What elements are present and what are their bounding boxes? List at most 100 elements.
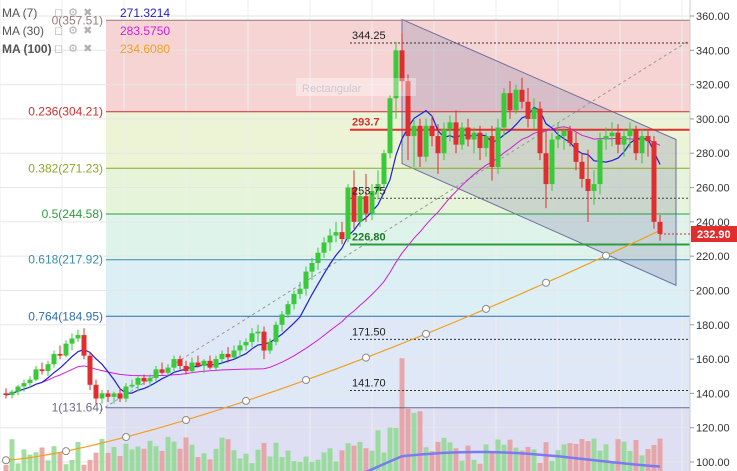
candle-body bbox=[543, 153, 549, 185]
volume-bar bbox=[585, 441, 591, 471]
fib-level-label: 1(131.64) bbox=[52, 401, 103, 415]
candle-body bbox=[21, 383, 27, 387]
fib-level-label: 0.764(184.95) bbox=[28, 309, 103, 323]
volume-bar bbox=[243, 453, 249, 471]
volume-bar bbox=[207, 459, 213, 471]
volume-bar bbox=[489, 452, 495, 471]
candle-body bbox=[27, 379, 33, 384]
ma100-marker bbox=[182, 416, 190, 425]
volume-bar bbox=[45, 460, 51, 471]
ma100-marker bbox=[62, 447, 70, 456]
candle-body bbox=[555, 136, 561, 140]
legend-ma7-tool-icons[interactable]: ◻ ⚙ ✖ bbox=[54, 4, 120, 22]
legend-ma100-name: MA (100) bbox=[2, 42, 52, 56]
candle-body bbox=[537, 108, 543, 154]
candle-body bbox=[573, 142, 579, 162]
volume-bar bbox=[357, 441, 363, 471]
candle-body bbox=[171, 359, 177, 368]
candle-body bbox=[615, 132, 621, 145]
moving-average-legend: MA (7) ◻ ⚙ ✖ 271.3214 MA (30) ◻ ⚙ ✖ 283.… bbox=[0, 4, 170, 58]
candle-body bbox=[447, 122, 453, 130]
candle-body bbox=[363, 196, 369, 214]
candle-body bbox=[525, 101, 531, 119]
candle-body bbox=[597, 139, 603, 185]
volume-bar bbox=[555, 450, 561, 471]
candle-body bbox=[243, 341, 249, 346]
volume-bar bbox=[21, 449, 27, 471]
legend-row-ma7[interactable]: MA (7) ◻ ⚙ ✖ 271.3214 bbox=[0, 4, 170, 22]
candle-body bbox=[165, 367, 171, 373]
volume-bar bbox=[579, 439, 585, 471]
candle-body bbox=[327, 235, 333, 243]
volume-bar bbox=[93, 452, 99, 471]
candle-body bbox=[213, 359, 219, 368]
fib-level-label: 0.236(304.21) bbox=[28, 105, 103, 119]
candle-body bbox=[501, 93, 507, 128]
candle-body bbox=[69, 338, 75, 344]
candle-body bbox=[15, 386, 21, 392]
candle-body bbox=[483, 136, 489, 149]
volume-bar bbox=[345, 443, 351, 471]
ma100-marker bbox=[602, 251, 610, 260]
candle-body bbox=[477, 132, 483, 149]
volume-bar bbox=[423, 447, 429, 471]
legend-ma30-tool-icons[interactable]: ◻ ⚙ ✖ bbox=[54, 22, 120, 40]
volume-bar bbox=[447, 442, 453, 471]
candle-body bbox=[219, 353, 225, 360]
legend-row-ma30[interactable]: MA (30) ◻ ⚙ ✖ 283.5750 bbox=[0, 22, 170, 40]
price-level-label: 344.25 bbox=[352, 30, 386, 42]
volume-bar bbox=[123, 443, 129, 471]
axis-tick-label: 340.00 bbox=[696, 45, 730, 57]
candle-body bbox=[315, 252, 321, 264]
candle-body bbox=[267, 341, 273, 351]
candle-body bbox=[57, 353, 63, 356]
price-level-label: 171.50 bbox=[352, 326, 386, 338]
candle-body bbox=[453, 122, 459, 145]
volume-bar bbox=[465, 445, 471, 471]
axis-tick-label: 360.00 bbox=[696, 11, 730, 23]
axis-tick-label: 200.00 bbox=[696, 285, 730, 297]
ma100-marker bbox=[482, 304, 490, 313]
candle-body bbox=[429, 125, 435, 137]
volume-bar bbox=[381, 452, 387, 471]
candle-body bbox=[399, 50, 405, 82]
volume-bar bbox=[9, 439, 15, 471]
candle-body bbox=[465, 127, 471, 140]
candle-body bbox=[135, 377, 141, 385]
volume-bar bbox=[51, 446, 57, 471]
volume-bar bbox=[309, 461, 315, 471]
volume-bar bbox=[315, 459, 321, 471]
volume-bar bbox=[135, 446, 141, 471]
axis-tick-label: 260.00 bbox=[696, 183, 730, 195]
candle-body bbox=[261, 331, 267, 351]
fib-level-label: 0.382(271.23) bbox=[28, 161, 103, 175]
volume-bar bbox=[201, 453, 207, 471]
volume-bar bbox=[75, 442, 81, 471]
candle-body bbox=[195, 362, 201, 366]
candle-body bbox=[417, 125, 423, 157]
volume-bar bbox=[501, 444, 507, 471]
candle-body bbox=[105, 393, 111, 397]
chart-canvas[interactable]: 0(357.51)0.236(304.21)0.382(271.23)0.5(2… bbox=[0, 0, 737, 471]
volume-bar bbox=[471, 459, 477, 471]
candle-body bbox=[489, 136, 495, 167]
candle-body bbox=[435, 136, 441, 154]
volume-bar bbox=[603, 444, 609, 471]
candle-body bbox=[309, 263, 315, 272]
volume-bar bbox=[639, 455, 645, 471]
candle-body bbox=[651, 141, 657, 222]
candle-body bbox=[621, 136, 627, 145]
candle-body bbox=[9, 391, 15, 396]
ma100-marker bbox=[422, 329, 430, 338]
volume-bar bbox=[237, 458, 243, 471]
candle-body bbox=[657, 221, 663, 234]
volume-bar bbox=[627, 451, 633, 471]
legend-ma100-tool-icons[interactable]: ◻ ⚙ ✖ bbox=[54, 40, 120, 58]
price-chart[interactable]: 0(357.51) 0.236(304.21) 0.382(271.23) 0.5(2… bbox=[0, 0, 737, 471]
legend-row-ma100[interactable]: MA (100) ◻ ⚙ ✖ 234.6080 bbox=[0, 40, 170, 58]
last-price-label: 232.90 bbox=[697, 229, 731, 241]
volume-bar bbox=[117, 455, 123, 471]
volume-bar bbox=[333, 461, 339, 471]
volume-bar bbox=[261, 443, 267, 471]
candle-body bbox=[633, 129, 639, 154]
